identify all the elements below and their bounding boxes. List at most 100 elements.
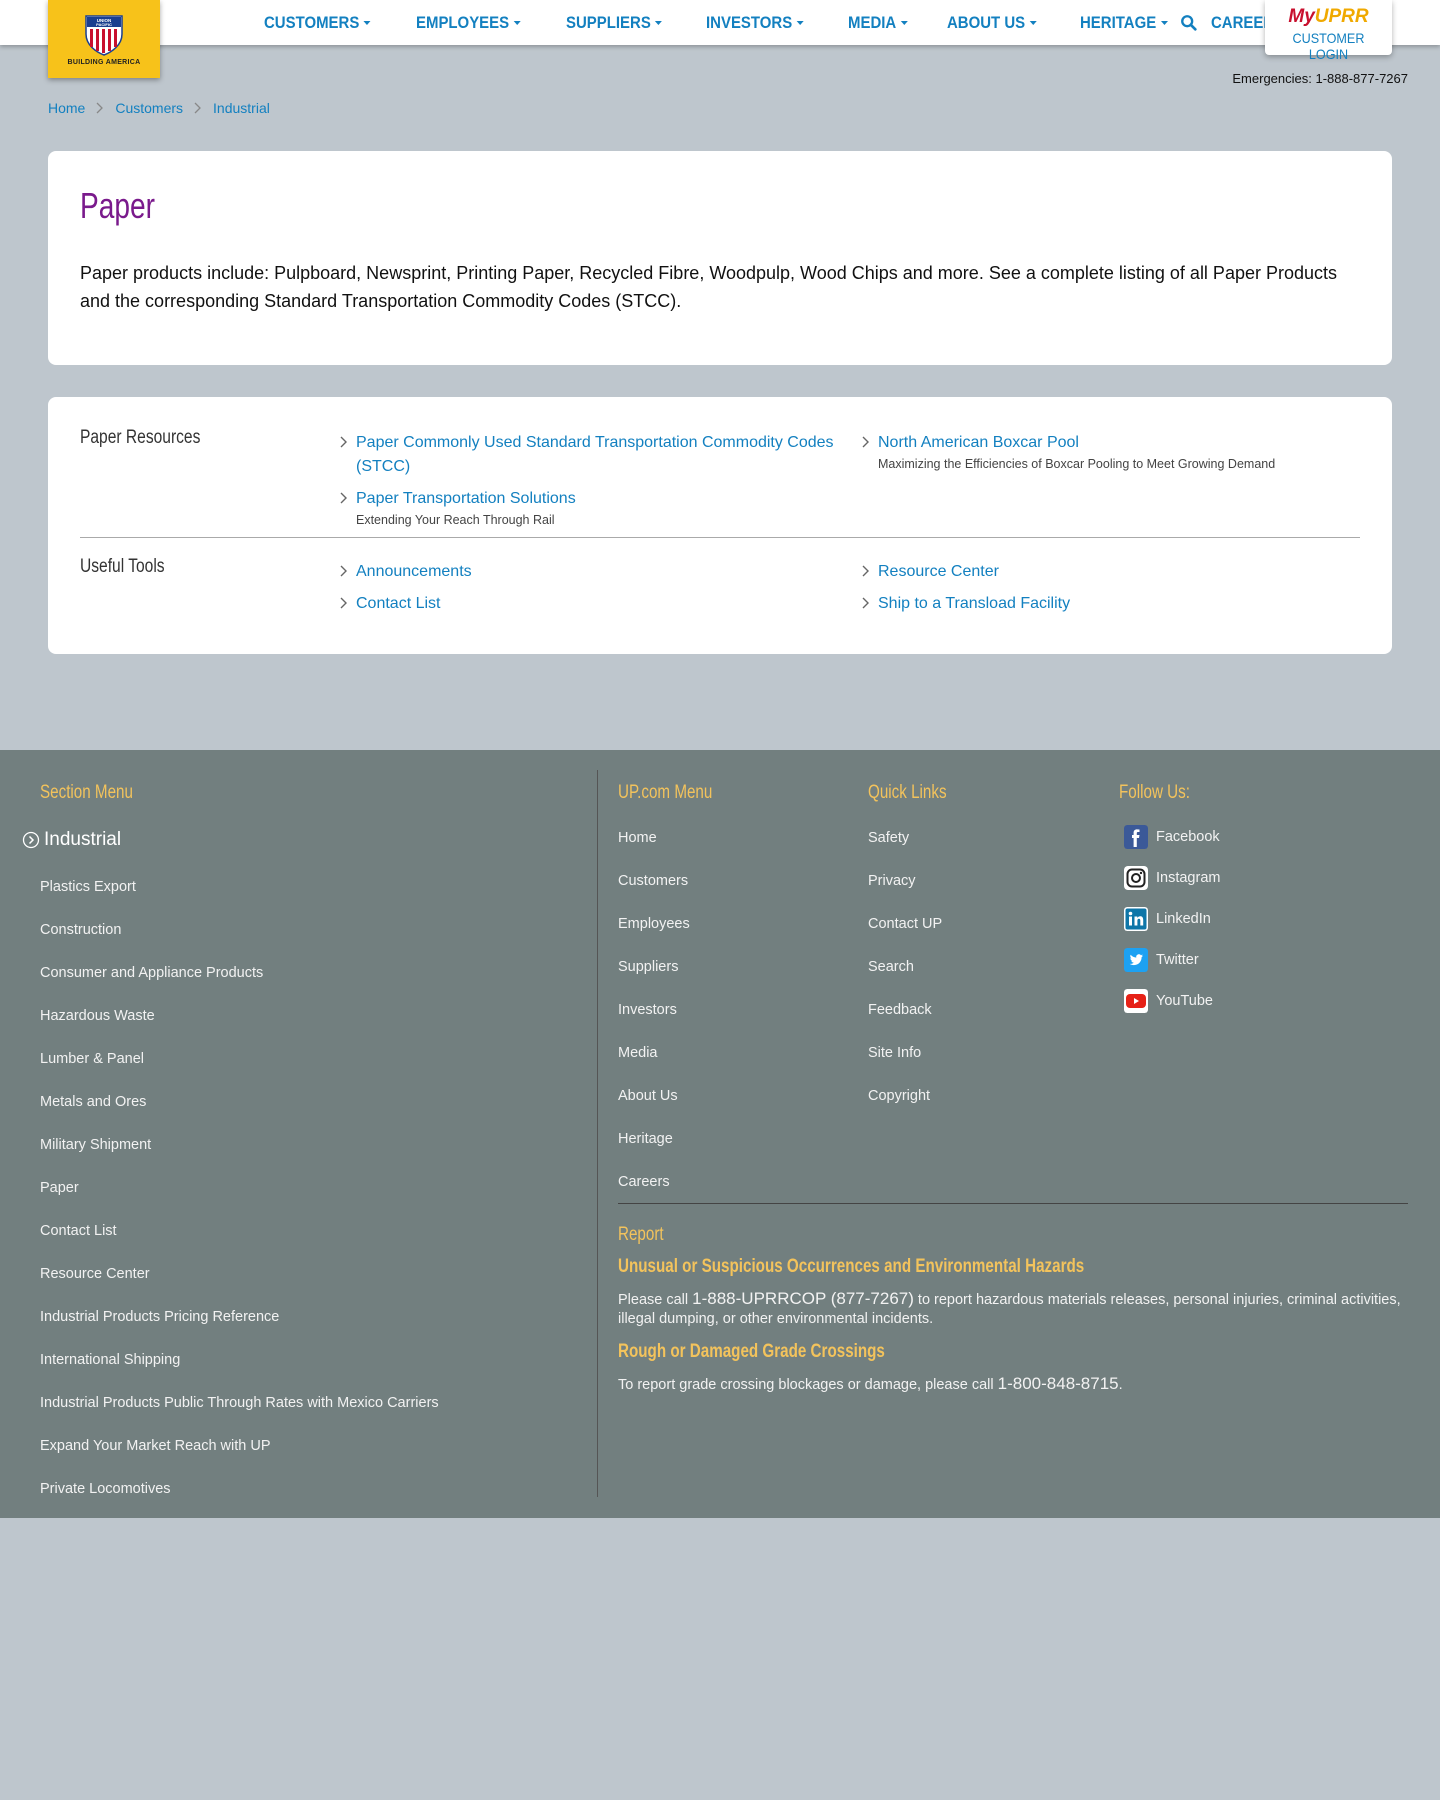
quick-link-copyright[interactable]: Copyright xyxy=(868,1088,930,1104)
transportation-solutions-link[interactable]: Paper Transportation Solutions Extending… xyxy=(338,487,848,527)
chevron-right-icon xyxy=(340,492,347,504)
report-title: Report xyxy=(618,1224,664,1245)
footer-link-media[interactable]: Media xyxy=(618,1045,658,1061)
myuprr-brand: MyUPRR xyxy=(1288,6,1369,27)
chevron-right-icon xyxy=(862,597,869,609)
twitter-icon xyxy=(1124,948,1148,972)
section-item[interactable]: Contact List xyxy=(40,1223,117,1239)
nav-customers[interactable]: CUSTOMERS xyxy=(264,13,371,33)
quick-link-search[interactable]: Search xyxy=(868,959,914,975)
youtube-icon xyxy=(1124,989,1148,1013)
stcc-codes-link[interactable]: Paper Commonly Used Standard Transportat… xyxy=(338,431,848,479)
section-current-industrial[interactable]: Industrial xyxy=(22,829,121,851)
logo-tagline: BUILDING AMERICA xyxy=(67,59,141,66)
section-item[interactable]: Industrial Products Public Through Rates… xyxy=(40,1395,439,1411)
nav-investors[interactable]: INVESTORS xyxy=(706,13,805,33)
footer-link-suppliers[interactable]: Suppliers xyxy=(618,959,678,975)
breadcrumb-customers[interactable]: Customers xyxy=(115,100,183,116)
main-nav: CUSTOMERS EMPLOYEES SUPPLIERS INVESTORS … xyxy=(264,0,1325,45)
social-youtube[interactable]: YouTube xyxy=(1124,989,1213,1013)
section-item[interactable]: Lumber & Panel xyxy=(40,1051,144,1067)
up-menu-title: UP.com Menu xyxy=(618,782,713,803)
chevron-right-icon xyxy=(340,597,347,609)
section-item[interactable]: Construction xyxy=(40,922,121,938)
caret-down-icon xyxy=(797,21,805,26)
quick-link-contact-up[interactable]: Contact UP xyxy=(868,916,942,932)
footer-link-customers[interactable]: Customers xyxy=(618,873,688,889)
link-subtitle: Maximizing the Efficiencies of Boxcar Po… xyxy=(878,457,1276,471)
paper-resources-label: Paper Resources xyxy=(80,427,201,448)
site-footer: Section Menu Industrial Plastics Export … xyxy=(0,750,1440,1518)
section-item[interactable]: International Shipping xyxy=(40,1352,180,1368)
follow-us-title: Follow Us: xyxy=(1119,782,1190,803)
footer-link-about-us[interactable]: About Us xyxy=(618,1088,678,1104)
section-item[interactable]: Private Locomotives xyxy=(40,1481,171,1497)
transload-facility-link[interactable]: Ship to a Transload Facility xyxy=(860,592,1070,616)
chevron-right-icon xyxy=(862,436,869,448)
emergency-phone: Emergencies: 1-888-877-7267 xyxy=(1232,71,1408,86)
facebook-icon xyxy=(1124,825,1148,849)
nav-suppliers[interactable]: SUPPLIERS xyxy=(566,13,663,33)
announcements-link[interactable]: Announcements xyxy=(338,560,472,584)
top-nav-bar: CUSTOMERS EMPLOYEES SUPPLIERS INVESTORS … xyxy=(0,0,1440,45)
section-item[interactable]: Military Shipment xyxy=(40,1137,151,1153)
quick-link-privacy[interactable]: Privacy xyxy=(868,873,916,889)
chevron-right-icon xyxy=(194,102,201,114)
customer-login-label: CUSTOMER LOGIN xyxy=(1292,30,1365,62)
hazard-report-text: Please call 1-888-UPRRCOP (877-7267) to … xyxy=(618,1289,1401,1327)
svg-text:PACIFIC: PACIFIC xyxy=(96,22,112,27)
hazard-phone[interactable]: 1-888-UPRRCOP (877-7267) xyxy=(692,1289,914,1308)
search-icon[interactable] xyxy=(1180,14,1198,32)
myuprr-customer-login-button[interactable]: MyUPRR CUSTOMER LOGIN xyxy=(1265,0,1392,62)
chevron-right-icon xyxy=(340,565,347,577)
section-item[interactable]: Plastics Export xyxy=(40,879,136,895)
nav-about-us[interactable]: ABOUT US xyxy=(947,13,1037,33)
social-instagram[interactable]: Instagram xyxy=(1124,866,1220,890)
quick-link-site-info[interactable]: Site Info xyxy=(868,1045,921,1061)
section-item[interactable]: Resource Center xyxy=(40,1266,150,1282)
caret-down-icon xyxy=(513,21,521,26)
footer-link-investors[interactable]: Investors xyxy=(618,1002,677,1018)
section-item[interactable]: Paper xyxy=(40,1180,79,1196)
boxcar-pool-link[interactable]: North American Boxcar Pool Maximizing th… xyxy=(860,431,1380,471)
social-twitter[interactable]: Twitter xyxy=(1124,948,1199,972)
footer-divider xyxy=(597,770,598,1497)
nav-media[interactable]: MEDIA xyxy=(848,13,909,33)
hazard-report-title: Unusual or Suspicious Occurrences and En… xyxy=(618,1256,1085,1277)
breadcrumb-industrial[interactable]: Industrial xyxy=(213,100,270,116)
social-linkedin[interactable]: LinkedIn xyxy=(1124,907,1211,931)
report-divider xyxy=(618,1203,1408,1204)
nav-heritage[interactable]: HERITAGE xyxy=(1080,13,1168,33)
useful-tools-label: Useful Tools xyxy=(80,556,165,577)
resource-center-link[interactable]: Resource Center xyxy=(860,560,999,584)
link-subtitle: Extending Your Reach Through Rail xyxy=(356,513,555,527)
quick-link-safety[interactable]: Safety xyxy=(868,830,909,846)
section-item[interactable]: Hazardous Waste xyxy=(40,1008,155,1024)
quick-links-title: Quick Links xyxy=(868,782,947,803)
footer-link-heritage[interactable]: Heritage xyxy=(618,1131,673,1147)
circle-chevron-right-icon xyxy=(22,831,40,849)
breadcrumb-home[interactable]: Home xyxy=(48,100,85,116)
section-item[interactable]: Industrial Products Pricing Reference xyxy=(40,1309,279,1325)
breadcrumb: Home Customers Industrial xyxy=(48,100,270,116)
chevron-right-icon xyxy=(862,565,869,577)
section-item[interactable]: Metals and Ores xyxy=(40,1094,146,1110)
section-menu-title: Section Menu xyxy=(40,782,133,803)
social-facebook[interactable]: Facebook xyxy=(1124,825,1220,849)
caret-down-icon xyxy=(901,21,909,26)
footer-link-careers[interactable]: Careers xyxy=(618,1174,670,1190)
footer-link-employees[interactable]: Employees xyxy=(618,916,690,932)
section-item[interactable]: Consumer and Appliance Products xyxy=(40,965,263,981)
union-pacific-logo[interactable]: UNION PACIFIC BUILDING AMERICA xyxy=(48,0,160,78)
contact-list-link[interactable]: Contact List xyxy=(338,592,440,616)
crossing-phone[interactable]: 1-800-848-8715 xyxy=(998,1374,1119,1393)
nav-employees[interactable]: EMPLOYEES xyxy=(416,13,521,33)
quick-link-feedback[interactable]: Feedback xyxy=(868,1002,932,1018)
shield-logo-icon: UNION PACIFIC xyxy=(85,15,123,56)
linkedin-icon xyxy=(1124,907,1148,931)
crossing-report-text: To report grade crossing blockages or da… xyxy=(618,1374,1123,1393)
footer-link-home[interactable]: Home xyxy=(618,830,657,846)
page-title: Paper xyxy=(80,185,155,226)
chevron-right-icon xyxy=(340,436,347,448)
section-item[interactable]: Expand Your Market Reach with UP xyxy=(40,1438,271,1454)
